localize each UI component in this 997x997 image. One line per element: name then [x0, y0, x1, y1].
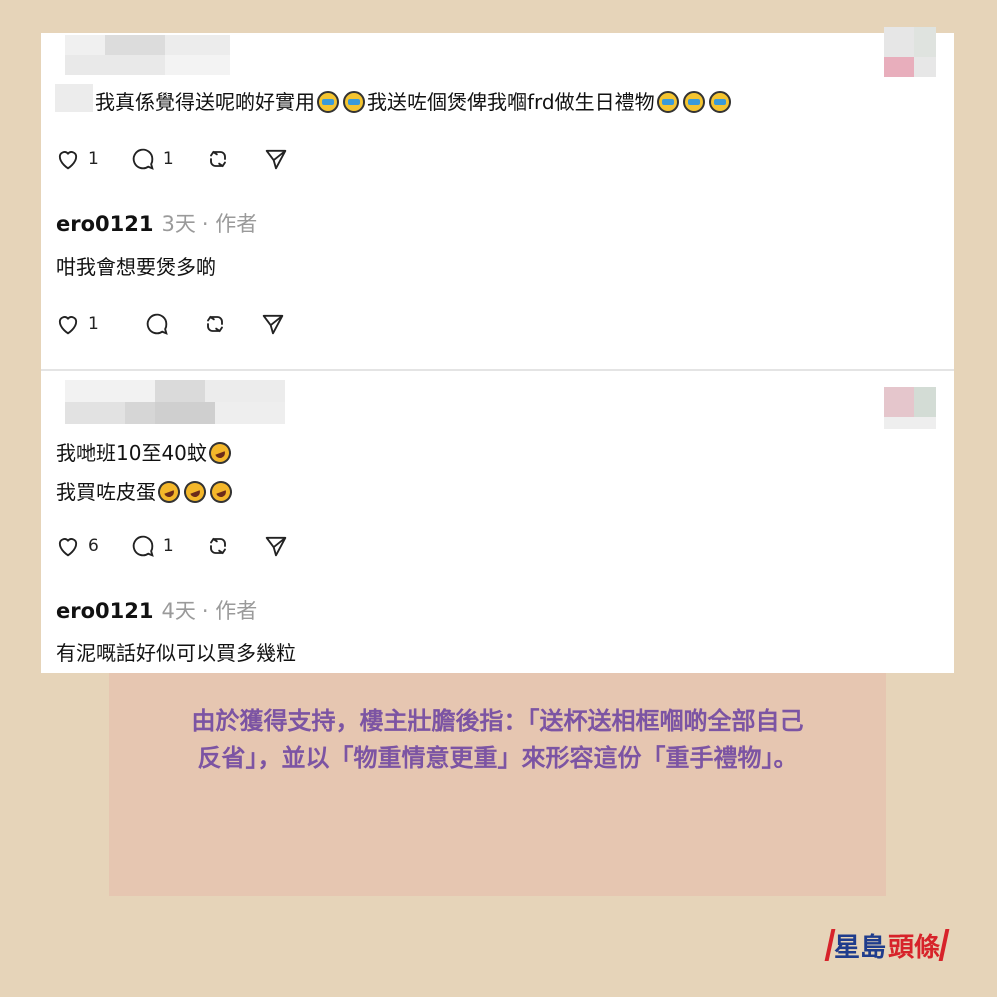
reply-2-text: 有泥嘅話好似可以買多幾粒 [56, 641, 296, 665]
crying-emoji [343, 91, 365, 113]
reply-button[interactable] [143, 310, 171, 338]
logo-text-right: 頭條 [888, 932, 941, 963]
laughing-emoji [206, 477, 236, 507]
logo-bar [938, 929, 950, 961]
repost-icon [209, 150, 226, 168]
comment-icon [132, 148, 154, 170]
caption-box: 由於獲得支持，樓主壯膽後指：「送杯送相框嗰啲全部自己反省」，並以「物重情意更重」… [109, 673, 886, 896]
sing-tao-headline-logo: 星島 頭條 [824, 927, 950, 963]
comment-icon [146, 313, 168, 335]
reply-count: 1 [162, 149, 174, 169]
share-icon [265, 536, 286, 557]
crying-emoji [656, 91, 679, 113]
share-icon [262, 314, 284, 335]
comment-2-line-2: 我買咗皮蛋 [56, 476, 236, 507]
share-button[interactable] [259, 310, 287, 338]
like-button[interactable]: 1 [54, 145, 99, 173]
timestamp: 4天 [161, 599, 196, 623]
like-count: 1 [88, 314, 99, 334]
crying-emoji [708, 91, 731, 113]
like-count: 6 [88, 536, 99, 556]
like-count: 1 [88, 149, 99, 169]
logo-text-left: 星島 [834, 932, 887, 963]
timestamp: 3天 [161, 212, 196, 236]
crying-emoji [317, 91, 339, 113]
like-button[interactable]: 1 [54, 310, 99, 338]
repost-button[interactable] [201, 310, 229, 338]
heart-icon [58, 316, 78, 335]
comment-2-line-1: 我哋班10至40蚊 [56, 437, 235, 468]
laughing-emoji [205, 438, 235, 468]
share-button[interactable] [262, 145, 290, 173]
share-icon [265, 149, 286, 170]
laughing-emoji [154, 477, 184, 507]
reply-button[interactable]: 1 [129, 532, 174, 560]
heart-icon [58, 151, 78, 170]
laughing-emoji [180, 477, 210, 507]
reply-button[interactable]: 1 [129, 145, 174, 173]
repost-icon [209, 537, 226, 555]
reply-2-header: ero0121 4天 · 作者 [56, 595, 257, 625]
reply-1-actions: 1 [54, 310, 317, 338]
comment-1-actions: 1 1 [54, 145, 320, 173]
like-button[interactable]: 6 [54, 532, 99, 560]
reply-1-text: 咁我會想要煲多啲 [56, 255, 216, 279]
comment-1-text: 我真係覺得送呢啲好實用 我送咗個煲俾我嗰frd做生日禮物 [95, 86, 733, 115]
username[interactable]: ero0121 [56, 212, 153, 236]
username[interactable]: ero0121 [56, 599, 153, 623]
repost-button[interactable] [204, 145, 232, 173]
share-button[interactable] [262, 532, 290, 560]
repost-button[interactable] [204, 532, 232, 560]
comment-2-actions: 6 1 [54, 532, 320, 560]
reply-1-header: ero0121 3天 · 作者 [56, 208, 257, 238]
comment-icon [132, 535, 154, 557]
crying-emoji [682, 91, 705, 113]
caption-text: 由於獲得支持，樓主壯膽後指：「送杯送相框嗰啲全部自己反省」，並以「物重情意更重」… [191, 707, 804, 772]
author-badge: · 作者 [201, 599, 258, 623]
reply-count: 1 [162, 536, 174, 556]
author-badge: · 作者 [201, 212, 258, 236]
repost-icon [206, 315, 223, 333]
heart-icon [58, 538, 78, 557]
